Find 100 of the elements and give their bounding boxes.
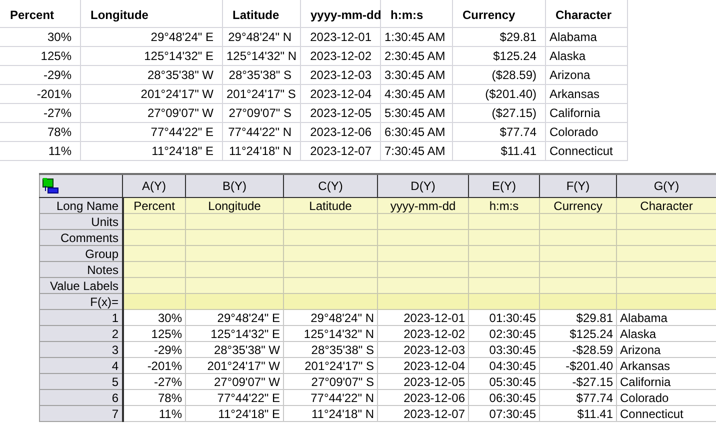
table-cell: 2023-12-02 [300,46,380,65]
label-cell[interactable]: h:m:s [468,198,540,214]
column-header[interactable]: F(Y) [540,174,616,198]
table-cell: -27% [0,103,80,122]
table-cell: 11°24'18" E [80,141,222,160]
table-cell: 29°48'24" E [80,27,222,46]
data-cell[interactable]: -$28.59 [540,342,616,358]
data-cell[interactable]: 125°14'32" N [284,326,378,342]
data-cell[interactable]: 04:30:45 [468,358,540,374]
data-cell[interactable]: -$201.40 [540,358,616,374]
table-cell: 2023-12-04 [300,84,380,103]
data-cell[interactable]: 30% [122,310,186,326]
row-number[interactable]: 5 [40,374,122,390]
data-cell[interactable]: 27°09'07" S [284,374,378,390]
data-cell[interactable]: $11.41 [540,406,616,422]
data-cell[interactable]: $77.74 [540,390,616,406]
data-cell[interactable]: 201°24'17" S [284,358,378,374]
column-header[interactable]: D(Y) [378,174,468,198]
data-cell[interactable]: 125% [122,326,186,342]
label-cell[interactable]: Currency [540,198,616,214]
data-cell[interactable]: 2023-12-06 [378,390,468,406]
label-cell[interactable]: Longitude [186,198,284,214]
data-cell[interactable]: 28°35'38" S [284,342,378,358]
column-header[interactable]: B(Y) [186,174,284,198]
table-cell: 11°24'18" N [222,141,300,160]
label-cell[interactable]: Latitude [284,198,378,214]
table-cell: 28°35'38" W [80,65,222,84]
data-cell[interactable]: 2023-12-02 [378,326,468,342]
data-cell[interactable]: 27°09'07" W [186,374,284,390]
label-cell[interactable]: Character [616,198,716,214]
data-cell[interactable]: 06:30:45 [468,390,540,406]
data-cell[interactable]: 29°48'24" E [186,310,284,326]
data-cell[interactable]: 78% [122,390,186,406]
row-number[interactable]: 3 [40,342,122,358]
table-cell: -201% [0,84,80,103]
row-number[interactable]: 2 [40,326,122,342]
table-cell: 28°35'38" S [222,65,300,84]
data-cell[interactable]: 03:30:45 [468,342,540,358]
data-cell[interactable]: 2023-12-05 [378,374,468,390]
row-label: Comments [40,230,122,246]
data-cell[interactable]: 29°48'24" N [284,310,378,326]
data-cell[interactable]: -201% [122,358,186,374]
data-cell[interactable]: 05:30:45 [468,374,540,390]
data-cell[interactable]: $29.81 [540,310,616,326]
table-cell: 125°14'32" N [222,46,300,65]
table-cell: 2023-12-06 [300,122,380,141]
data-cell[interactable]: 02:30:45 [468,326,540,342]
data-cell[interactable]: 125°14'32" E [186,326,284,342]
data-cell[interactable]: 01:30:45 [468,310,540,326]
row-number[interactable]: 6 [40,390,122,406]
data-cell[interactable]: 28°35'38" W [186,342,284,358]
table-cell: 6:30:45 AM [380,122,452,141]
data-cell[interactable]: 77°44'22" E [186,390,284,406]
column-header[interactable]: A(Y) [122,174,186,198]
row-label: Notes [40,262,122,278]
data-cell[interactable]: $125.24 [540,326,616,342]
row-label: F(x)= [40,294,122,310]
table-cell: 29°48'24" N [222,27,300,46]
data-cell[interactable]: 2023-12-04 [378,358,468,374]
column-header[interactable]: E(Y) [468,174,540,198]
label-cell[interactable]: yyyy-mm-dd [378,198,468,214]
table-cell: ($201.40) [452,84,545,103]
column-header: Character [545,0,627,27]
data-cell[interactable]: -$27.15 [540,374,616,390]
data-cell[interactable]: 2023-12-03 [378,342,468,358]
table-cell: ($27.15) [452,103,545,122]
data-cell[interactable]: 11% [122,406,186,422]
table-cell: 27°09'07" S [222,103,300,122]
table-cell: 5:30:45 AM [380,103,452,122]
data-cell[interactable]: 77°44'22" N [284,390,378,406]
label-cell[interactable]: Percent [122,198,186,214]
row-number[interactable]: 1 [40,310,122,326]
data-cell[interactable]: 2023-12-01 [378,310,468,326]
table-cell: 3:30:45 AM [380,65,452,84]
data-cell[interactable]: 201°24'17" W [186,358,284,374]
table-cell: 125°14'32" E [80,46,222,65]
table-cell: 27°09'07" W [80,103,222,122]
column-header[interactable]: C(Y) [284,174,378,198]
column-header: Latitude [222,0,300,27]
data-cell[interactable]: 07:30:45 [468,406,540,422]
column-header[interactable]: G(Y) [616,174,716,198]
table-cell: Arkansas [545,84,627,103]
data-cell[interactable]: -29% [122,342,186,358]
row-number[interactable]: 4 [40,358,122,374]
table-cell: ($28.59) [452,65,545,84]
table-cell: 2023-12-05 [300,103,380,122]
row-number[interactable]: 7 [40,406,122,422]
column-header: Currency [452,0,545,27]
table-cell: 125% [0,46,80,65]
row-label: Units [40,214,122,230]
table-cell: 2023-12-07 [300,141,380,160]
column-header: h:m:s [380,0,452,27]
table-cell: Arizona [545,65,627,84]
data-cell[interactable]: 11°24'18" E [186,406,284,422]
corner-cell[interactable] [40,174,122,198]
table-cell: Alaska [545,46,627,65]
data-cell[interactable]: -27% [122,374,186,390]
data-cell[interactable]: 11°24'18" N [284,406,378,422]
table-cell: 2023-12-03 [300,65,380,84]
data-cell[interactable]: 2023-12-07 [378,406,468,422]
